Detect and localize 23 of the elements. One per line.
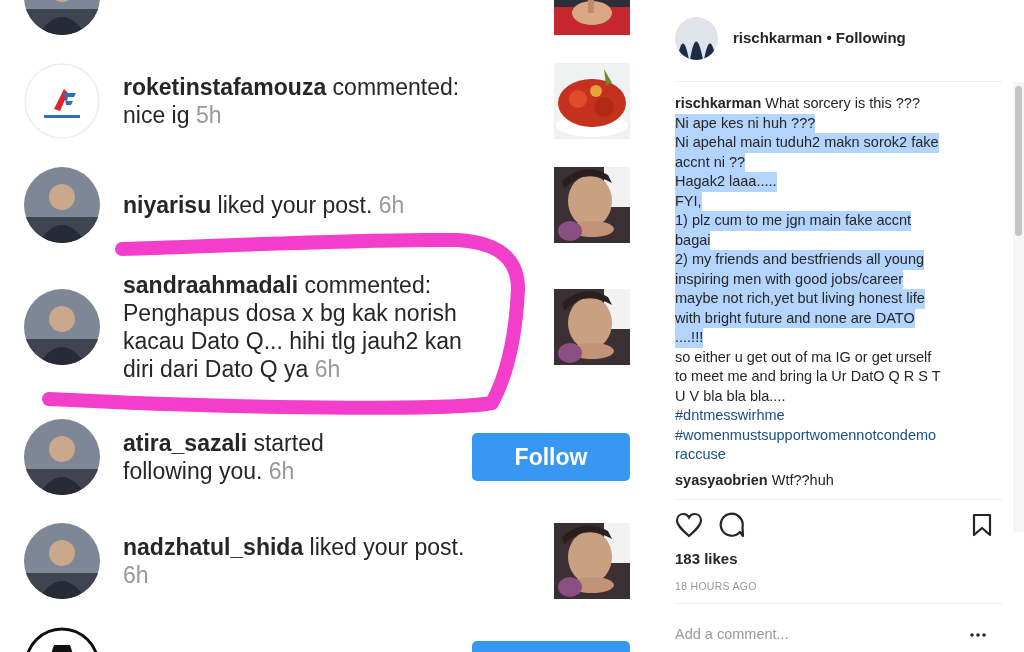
notification-text: roketinstafamouza commented: nice ig 5h bbox=[123, 73, 461, 129]
comment-text: syasyaobrien Wtf??huh bbox=[675, 464, 1002, 500]
caption-line: to meet me and bring la Ur DatO Q R S T bbox=[675, 367, 941, 386]
notification-text: sandraahmadali commented: Penghapus dosa x bg kak norish kacau Dato Q... hihi tlg jauh2 kan diri dari Dato Q ya 6h bbox=[123, 271, 463, 383]
avatar[interactable] bbox=[675, 17, 718, 60]
hashtag-link[interactable]: #womenmustsupportwomennotcondemo bbox=[675, 425, 937, 445]
notification-text: atira_sazali started following you. 6h bbox=[123, 429, 325, 485]
comment-icon[interactable] bbox=[719, 512, 745, 538]
post-time: 18 HOURS AGO bbox=[675, 578, 1002, 605]
like-count: 183 likes bbox=[675, 549, 739, 569]
hashtag-link[interactable]: #dntmesswirhme bbox=[675, 406, 785, 426]
notification-text: niyarisu liked your post. 6h bbox=[123, 191, 406, 219]
more-options-icon[interactable] bbox=[970, 633, 986, 638]
post-header-text: rischkarman • Following bbox=[733, 28, 906, 49]
like-icon[interactable] bbox=[675, 512, 703, 538]
hashtag-link[interactable]: raccuse bbox=[675, 445, 726, 465]
caption-line: so either u get out of ma IG or get urself bbox=[675, 347, 932, 367]
bookmark-icon[interactable] bbox=[972, 513, 992, 537]
scrollbar[interactable] bbox=[1013, 82, 1024, 532]
comment-field[interactable]: Add a comment... bbox=[675, 624, 875, 646]
caption-line: U V bla bla bla.... bbox=[675, 386, 786, 406]
notification-text: nadzhatul_shida liked your post. 6h bbox=[123, 533, 466, 589]
caption-line: rischkarman What sorcery is this ??? bbox=[675, 94, 920, 113]
